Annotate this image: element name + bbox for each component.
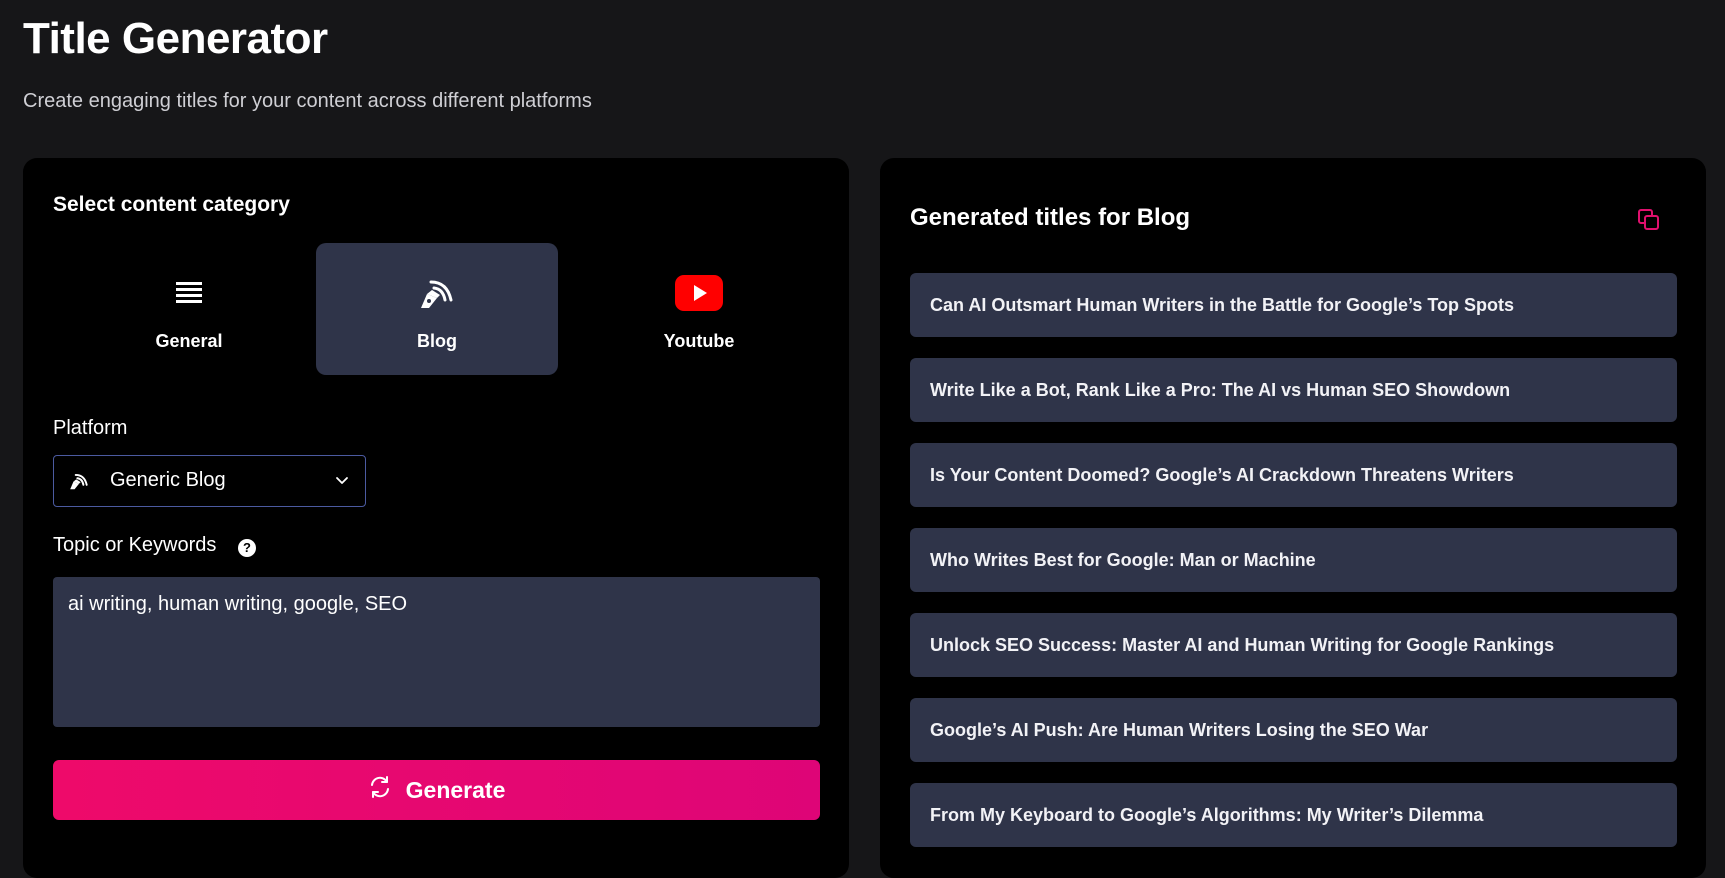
result-item[interactable]: Write Like a Bot, Rank Like a Pro: The A… [910, 358, 1677, 422]
topic-input[interactable]: ai writing, human writing, google, SEO [53, 577, 820, 727]
results-panel: Generated titles for Blog Can AI Outsmar… [880, 158, 1706, 878]
category-label: General [155, 331, 223, 351]
results-heading: Generated titles for Blog [910, 204, 1191, 231]
result-item[interactable]: Who Writes Best for Google: Man or Machi… [910, 528, 1677, 592]
result-item[interactable]: Google’s AI Push: Are Human Writers Losi… [910, 698, 1677, 762]
category-heading: Select content category [53, 193, 290, 216]
page-subtitle: Create engaging titles for your content … [23, 90, 592, 112]
copy-icon[interactable] [1636, 207, 1662, 233]
generate-label: Generate [405, 776, 506, 803]
page-title: Title Generator [23, 14, 328, 63]
result-item[interactable]: Unlock SEO Success: Master AI and Human … [910, 613, 1677, 677]
platform-select[interactable]: Generic Blog [53, 455, 366, 507]
youtube-icon [674, 273, 724, 313]
category-label: Blog [417, 331, 457, 351]
platform-label: Platform [53, 417, 128, 439]
fountain-pen-rss-icon [412, 273, 462, 313]
category-general[interactable]: General [68, 243, 310, 375]
category-youtube[interactable]: Youtube [578, 243, 820, 375]
list-icon [164, 273, 214, 313]
result-item[interactable]: Can AI Outsmart Human Writers in the Bat… [910, 273, 1677, 337]
chevron-down-icon [335, 473, 349, 487]
platform-value: Generic Blog [110, 469, 226, 491]
topic-label: Topic or Keywords [53, 534, 217, 556]
result-item[interactable]: Is Your Content Doomed? Google’s AI Crac… [910, 443, 1677, 507]
result-item[interactable]: From My Keyboard to Google’s Algorithms:… [910, 783, 1677, 847]
category-label: Youtube [663, 331, 735, 351]
results-list: Can AI Outsmart Human Writers in the Bat… [910, 273, 1677, 868]
generate-button[interactable]: Generate [53, 760, 820, 820]
help-icon[interactable]: ? [238, 539, 256, 557]
category-blog[interactable]: Blog [316, 243, 558, 375]
refresh-icon [368, 775, 392, 805]
input-panel: Select content category General Blog You… [23, 158, 849, 878]
fountain-pen-rss-icon [68, 470, 90, 492]
